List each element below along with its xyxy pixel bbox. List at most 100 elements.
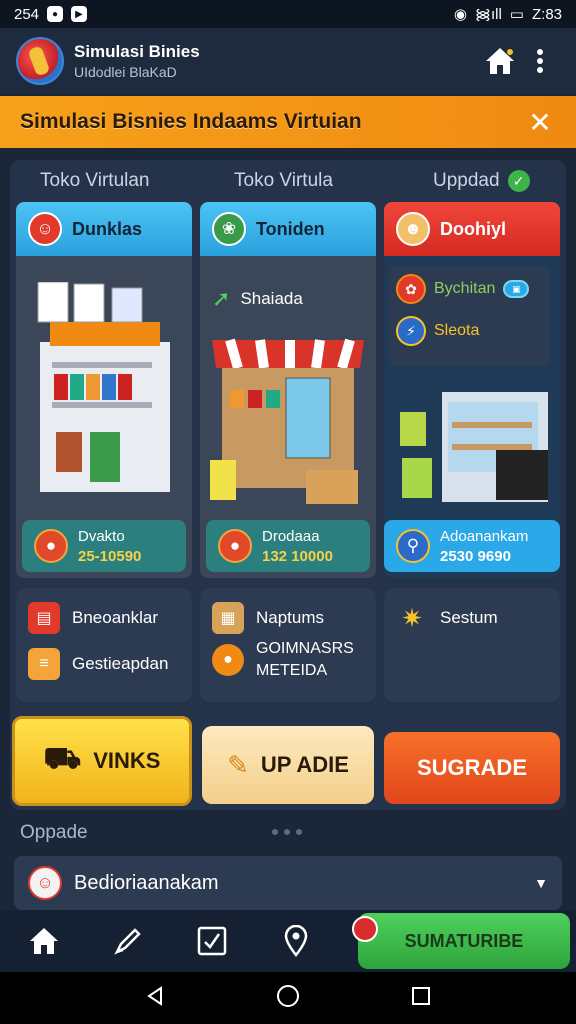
store-card-2-header[interactable]: ❀ Toniden (200, 202, 376, 256)
upgrade-row-1[interactable]: ✿ Bychitan ▣ (396, 274, 542, 304)
store-card-2-footer-value: 132 10000 (262, 547, 333, 565)
store-card-3-header[interactable]: ☻ Doohiyl (384, 202, 560, 256)
banner-text: Simulasi Bisnies Indaams Virtuian (20, 110, 362, 133)
back-triangle-icon (147, 985, 163, 1006)
store-card-3[interactable]: ☻ Doohiyl ✿ Bychitan ▣ ⚡ Sleota ⚲ Adoana… (384, 202, 560, 578)
store-card-3-footer: ⚲ Adoanankam 2530 9690 (384, 520, 560, 572)
money-stack-icon: ▦ (212, 602, 244, 634)
mini-card-middle: ▦ Naptums ● GOIMNASRS METEIDA (200, 588, 376, 702)
store-card-2[interactable]: ❀ Toniden ➚ Shaiada ● Drodaaa 132 10000 (200, 202, 376, 578)
notepad-icon: ≡ (28, 648, 60, 680)
notification-badge-icon (352, 916, 378, 942)
upgrade-button[interactable]: ✎ UP ADIE (202, 726, 374, 804)
store-card-2-title: Toniden (256, 218, 325, 239)
mini-row-2[interactable]: ≡ Gestieapdan (28, 648, 180, 680)
star-icon: ✷ (401, 602, 423, 633)
upgrade-row-2[interactable]: ⚡ Sleota (396, 316, 542, 346)
check-icon: ✓ (507, 170, 530, 192)
mascot-icon: ☺ (28, 212, 62, 246)
mini-row-1[interactable]: ▤ Bneoanklar (28, 602, 180, 634)
status-bar: 254 ● ▶ ◉ ᯼ıll ▭ Z:83 (0, 0, 576, 28)
lightning-icon: ⚡ (396, 316, 426, 346)
store-card-3-footer-name: Adoanankam (440, 527, 529, 545)
vinks-button-label: VINKS (93, 748, 161, 773)
home-icon (486, 48, 514, 74)
store-card-1-footer-value: 25-10590 (78, 547, 142, 565)
mini-row-3[interactable]: ▦ Naptums (212, 602, 364, 634)
app-subtitle: UIdodlei BlaKaD (74, 64, 177, 80)
nav-location[interactable] (268, 917, 324, 965)
truck-icon: ⛟ (43, 742, 82, 775)
banner-close-button[interactable]: ✕ (524, 106, 556, 139)
mini-row-5-label: Sestum (440, 608, 498, 627)
home-button[interactable] (480, 41, 520, 81)
column-header-3: Uppdad ✓ (433, 170, 530, 192)
mini-row-2-label: Gestieapdan (72, 654, 169, 673)
kebab-menu-icon (537, 49, 543, 73)
mini-row-4-label-2: METEIDA (256, 662, 328, 679)
store-card-1-header[interactable]: ☺ Dunklas (16, 202, 192, 256)
store-card-1-footer-name: Dvakto (78, 527, 125, 545)
business-dropdown[interactable]: ☺ Bedioriaanakam ▼ (14, 856, 562, 910)
column-header-1: Toko Virtulan (40, 170, 150, 191)
pen-tool-icon (114, 928, 141, 955)
dropdown-value: Bedioriaanakam (74, 871, 219, 894)
back-button[interactable] (145, 985, 165, 1011)
fruit-basket-icon: ❀ (212, 212, 246, 246)
recents-button[interactable] (411, 986, 431, 1011)
shop-shelf-illustration (37, 282, 170, 492)
column-header-2: Toko Virtula (234, 170, 333, 191)
app-logo (16, 37, 64, 85)
badge-icon: ▣ (503, 280, 530, 298)
vinks-button[interactable]: ⛟ VINKS (12, 716, 192, 806)
avatar-icon: ☺ (28, 866, 62, 900)
briefcase-icon: ▤ (28, 602, 60, 634)
play-icon: ▶ (71, 6, 88, 22)
display-fridge-illustration (400, 392, 548, 502)
subscribe-button[interactable]: SUMATURIBE (358, 913, 570, 969)
store-card-3-upgrades: ✿ Bychitan ▣ ⚡ Sleota (388, 266, 550, 366)
mini-card-right: ✷ Sestum (384, 588, 560, 702)
sugrade-button[interactable]: SUGRADE (384, 732, 560, 804)
upgrade-button-label: UP ADIE (260, 752, 349, 777)
mini-row-4[interactable]: ● GOIMNASRS METEIDA (212, 638, 364, 682)
sugrade-button-label: SUGRADE (416, 755, 527, 780)
store-card-2-footer-name: Drodaaa (262, 527, 320, 545)
nav-tools[interactable] (100, 917, 156, 965)
store-card-2-sub: ➚ Shaiada (212, 286, 303, 312)
mini-card-left: ▤ Bneoanklar ≡ Gestieapdan (16, 588, 192, 702)
status-time: 254 (14, 5, 40, 23)
mini-row-1-label: Bneoanklar (72, 608, 159, 627)
upgrade-row-1-label: Bychitan (434, 280, 496, 297)
store-card-2-footer: ● Drodaaa 132 10000 (206, 520, 370, 572)
app-bar: Simulasi Binies UIdodlei BlaKaD (0, 28, 576, 94)
store-card-1[interactable]: ☺ Dunklas ● Dvakto 25-10590 (16, 202, 192, 578)
arrow-up-icon: ➚ (212, 286, 231, 311)
nav-home[interactable] (16, 917, 72, 965)
apple-icon: ● (34, 529, 68, 563)
home-system-button[interactable] (276, 984, 300, 1013)
home-icon (30, 928, 58, 954)
section-label: Oppade (20, 822, 88, 843)
mini-row-5[interactable]: ✷ Sestum (396, 602, 548, 634)
status-clock: Z:83 (531, 5, 562, 23)
magnifier-icon: ⚲ (396, 529, 430, 563)
mini-row-3-label: Naptums (256, 608, 325, 627)
home-circle-icon (276, 984, 299, 1007)
store-card-1-title: Dunklas (72, 218, 143, 239)
subscribe-button-label: SUMATURIBE (404, 930, 524, 951)
mini-row-4-label-1: GOIMNASRS (256, 640, 354, 657)
recents-square-icon (411, 986, 430, 1005)
store-card-1-footer: ● Dvakto 25-10590 (22, 520, 186, 572)
coin-icon: ● (212, 644, 244, 676)
tag-icon: ✎ (227, 749, 249, 780)
store-card-2-sub-label: Shaiada (240, 289, 303, 308)
checkbox-icon (197, 926, 227, 956)
system-nav-bar (0, 972, 576, 1024)
location-pin-icon (284, 925, 308, 957)
store-card-3-footer-value: 2530 9690 (440, 547, 511, 565)
promo-banner: Simulasi Bisnies Indaams Virtuian ✕ (0, 96, 576, 148)
more-menu-button[interactable] (520, 41, 560, 81)
nav-tasks[interactable] (184, 917, 240, 965)
message-icon: ● (47, 6, 64, 22)
